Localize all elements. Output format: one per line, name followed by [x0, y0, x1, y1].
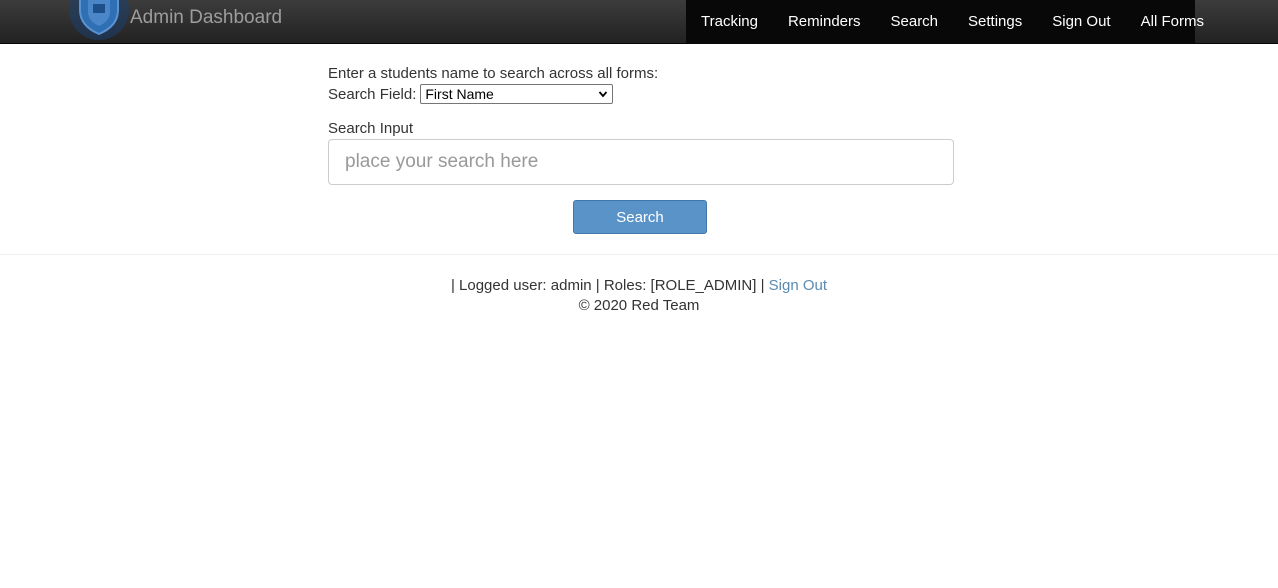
nav-link-tracking[interactable]: Tracking [686, 4, 773, 40]
nav-link-search[interactable]: Search [876, 4, 954, 40]
search-field-selected-value: First Name [425, 86, 494, 102]
footer-sign-out-link[interactable]: Sign Out [769, 277, 827, 294]
content-divider [0, 254, 1278, 255]
brand-title[interactable]: Admin Dashboard [130, 6, 282, 30]
search-input[interactable] [328, 139, 954, 185]
top-navbar: Admin Dashboard Tracking Reminders Searc… [0, 0, 1278, 44]
nav-link-reminders[interactable]: Reminders [773, 4, 876, 40]
session-info: | Logged user: admin | Roles: [ROLE_ADMI… [0, 276, 1278, 296]
session-info-text: | Logged user: admin | Roles: [ROLE_ADMI… [450, 277, 765, 294]
nav-link-all-forms[interactable]: All Forms [1126, 4, 1219, 40]
copyright-text: © 2020 Red Team [578, 297, 700, 314]
nav-menu: Tracking Reminders Search Settings Sign … [686, 0, 1204, 44]
shield-logo-icon[interactable] [68, 0, 130, 44]
search-button[interactable]: Search [573, 200, 707, 234]
search-input-label: Search Input [328, 120, 414, 137]
page-footer: | Logged user: admin | Roles: [ROLE_ADMI… [0, 276, 1278, 316]
search-field-label: Search Field: [328, 85, 417, 103]
search-intro-text: Enter a students name to search across a… [328, 65, 659, 82]
search-field-row: Search Field: First Name [328, 84, 614, 104]
search-field-select[interactable]: First Name [420, 84, 614, 104]
chevron-down-icon [599, 91, 608, 98]
nav-link-settings[interactable]: Settings [953, 4, 1037, 40]
nav-link-sign-out[interactable]: Sign Out [1037, 4, 1125, 40]
